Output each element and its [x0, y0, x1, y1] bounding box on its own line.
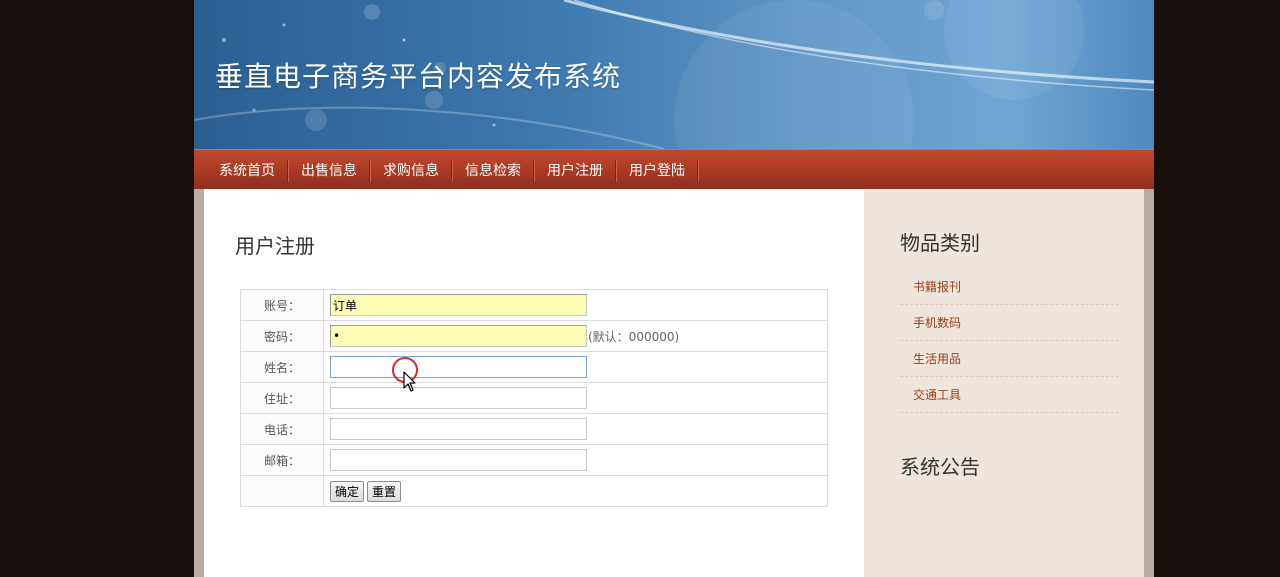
- password-label: 密码：: [240, 320, 324, 352]
- page-title: 用户注册: [235, 234, 315, 258]
- nav-item-buy[interactable]: 求购信息: [370, 150, 452, 189]
- submit-button[interactable]: 确定: [330, 480, 365, 502]
- mouse-pointer-icon: [403, 371, 416, 392]
- name-label: 姓名：: [240, 351, 324, 383]
- phone-label: 电话：: [240, 413, 324, 445]
- category-item-phones[interactable]: 手机数码: [900, 305, 1119, 341]
- site-header: 垂直电子商务平台内容发布系统: [194, 0, 1154, 149]
- form-row-actions: 确定 重置: [240, 475, 828, 507]
- account-label: 账号：: [240, 289, 324, 321]
- site-title: 垂直电子商务平台内容发布系统: [215, 60, 622, 93]
- sidebar: 物品类别 书籍报刊 手机数码 生活用品 交通工具 系统公告: [864, 189, 1144, 577]
- address-label: 住址：: [240, 382, 324, 414]
- form-row-email: 邮箱：: [240, 444, 828, 476]
- form-row-address: 住址：: [240, 382, 828, 414]
- password-input[interactable]: [330, 325, 587, 347]
- phone-input[interactable]: [330, 418, 587, 440]
- category-list: 书籍报刊 手机数码 生活用品 交通工具: [900, 269, 1119, 413]
- form-row-account: 账号：: [240, 289, 828, 321]
- category-item-books[interactable]: 书籍报刊: [900, 269, 1119, 305]
- main-nav: 系统首页 出售信息 求购信息 信息检索 用户注册 用户登陆: [194, 149, 1154, 189]
- page: 垂直电子商务平台内容发布系统 系统首页 出售信息 求购信息 信息检索 用户注册 …: [194, 0, 1154, 577]
- nav-item-login[interactable]: 用户登陆: [616, 150, 698, 189]
- categories-title: 物品类别: [900, 231, 980, 255]
- email-input[interactable]: [330, 449, 587, 471]
- main-content: 用户注册 账号： 密码： (默认：000000) 姓名： 住址： 电话：: [204, 189, 864, 577]
- category-item-vehicles[interactable]: 交通工具: [900, 377, 1119, 413]
- registration-form: 账号： 密码： (默认：000000) 姓名： 住址： 电话： 邮箱：: [240, 289, 828, 507]
- actions-label-cell: [240, 475, 324, 507]
- address-input[interactable]: [330, 387, 587, 409]
- nav-item-search[interactable]: 信息检索: [452, 150, 534, 189]
- form-row-phone: 电话：: [240, 413, 828, 445]
- form-row-password: 密码： (默认：000000): [240, 320, 828, 352]
- reset-button[interactable]: 重置: [367, 480, 402, 502]
- email-label: 邮箱：: [240, 444, 324, 476]
- password-hint: (默认：000000): [588, 329, 680, 344]
- form-row-name: 姓名：: [240, 351, 828, 383]
- name-input[interactable]: [330, 356, 587, 378]
- account-input[interactable]: [330, 294, 587, 316]
- nav-item-sell[interactable]: 出售信息: [288, 150, 370, 189]
- nav-item-register[interactable]: 用户注册: [534, 150, 616, 189]
- nav-item-home[interactable]: 系统首页: [206, 150, 288, 189]
- notice-title: 系统公告: [900, 455, 980, 479]
- category-item-daily[interactable]: 生活用品: [900, 341, 1119, 377]
